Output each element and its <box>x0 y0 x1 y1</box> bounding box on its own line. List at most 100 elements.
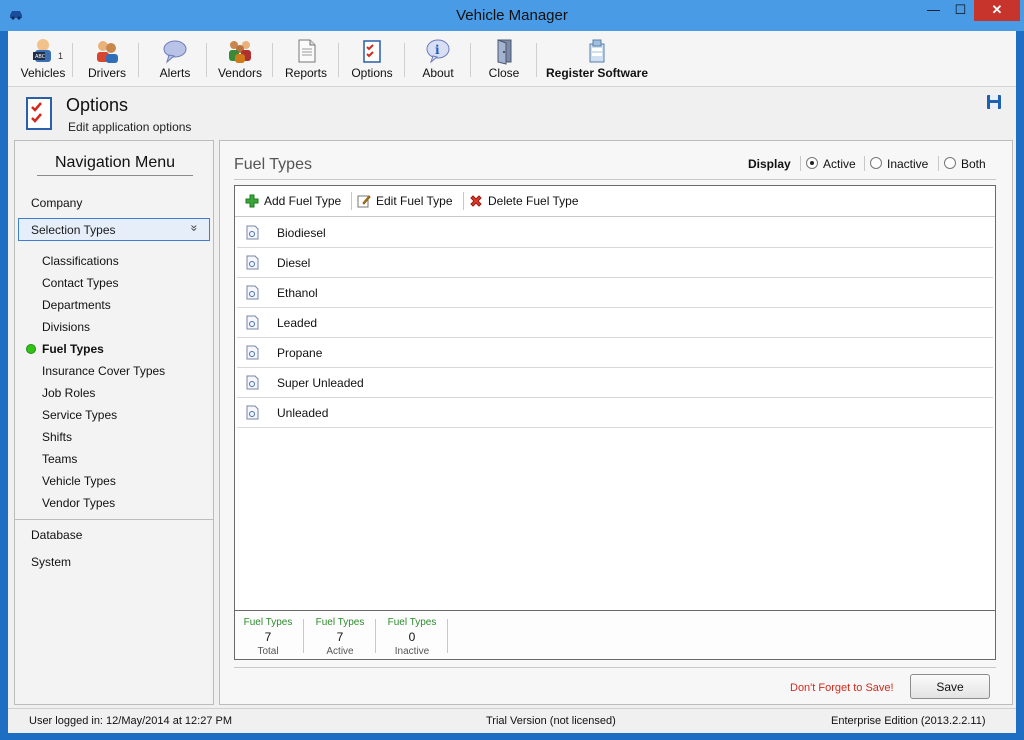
row-label: Diesel <box>277 256 311 270</box>
row-label: Ethanol <box>277 286 318 300</box>
close-door-icon <box>497 39 512 65</box>
display-separator <box>938 156 939 171</box>
radio-inactive[interactable] <box>870 157 882 169</box>
save-button[interactable]: Save <box>910 674 990 699</box>
toolbar-separator <box>338 43 339 77</box>
sub-item-shifts[interactable]: Shifts <box>42 430 72 444</box>
toolbar-label: Close <box>488 66 520 80</box>
page-title: Options <box>66 95 129 115</box>
nav-item-database[interactable]: Database <box>31 528 82 542</box>
nav-item-company[interactable]: Company <box>31 196 82 210</box>
options-icon <box>363 40 381 63</box>
document-icon <box>246 315 259 330</box>
delete-label: Delete Fuel Type <box>488 194 579 208</box>
sub-item-service-types[interactable]: Service Types <box>42 408 117 422</box>
radio-both-label[interactable]: Both <box>961 157 986 171</box>
vehicles-icon: ABC <box>33 39 51 62</box>
stat-caption: Fuel Types <box>387 617 437 628</box>
stat-total: Fuel Types 7 Total <box>235 617 301 657</box>
navigation-title: Navigation Menu <box>37 154 193 176</box>
stat-caption: Fuel Types <box>243 617 293 628</box>
toolbar-vendors-button[interactable]: Vendors <box>216 37 264 85</box>
stat-inactive: Fuel Types 0 Inactive <box>379 617 445 657</box>
nav-item-selection-types[interactable]: Selection Types » <box>18 218 210 241</box>
document-icon <box>246 255 259 270</box>
page-subtitle: Edit application options <box>68 120 192 134</box>
document-icon <box>246 375 259 390</box>
action-separator <box>351 192 352 210</box>
save-disk-icon[interactable] <box>986 94 1002 110</box>
sub-item-teams[interactable]: Teams <box>42 452 77 466</box>
panel-title: Fuel Types <box>234 156 312 173</box>
list-item[interactable]: Biodiesel <box>237 218 993 248</box>
svg-text:i: i <box>435 43 440 57</box>
radio-inactive-label[interactable]: Inactive <box>887 157 928 171</box>
status-user-login: User logged in: 12/May/2014 at 12:27 PM <box>29 715 233 727</box>
toolbar-alerts-button[interactable]: Alerts <box>152 37 198 85</box>
document-icon <box>246 285 259 300</box>
vehicles-count-badge: 1 <box>58 51 64 61</box>
edit-fuel-type-button[interactable]: Edit Fuel Type <box>357 194 453 208</box>
maximize-button[interactable]: ☐ <box>947 0 974 21</box>
toolbar-label: Vendors <box>217 66 263 80</box>
row-label: Propane <box>277 346 323 360</box>
toolbar-about-button[interactable]: i About <box>414 37 462 85</box>
list-item[interactable]: Diesel <box>237 248 993 278</box>
sub-item-vendor-types[interactable]: Vendor Types <box>42 496 115 510</box>
list-item[interactable]: Leaded <box>237 308 993 338</box>
list-item[interactable]: Propane <box>237 338 993 368</box>
toolbar-register-button[interactable]: Register Software <box>546 37 648 85</box>
stat-separator <box>375 619 376 653</box>
panel-title-divider <box>234 179 996 180</box>
radio-active[interactable] <box>806 157 818 169</box>
toolbar-vehicles-button[interactable]: ABC Vehicles <box>20 37 66 85</box>
sub-item-vehicle-types[interactable]: Vehicle Types <box>42 474 116 488</box>
sub-item-classifications[interactable]: Classifications <box>42 254 119 268</box>
edit-label: Edit Fuel Type <box>376 194 453 208</box>
stat-separator <box>447 619 448 653</box>
sub-item-departments[interactable]: Departments <box>42 298 111 312</box>
chevron-down-icon: » <box>187 224 202 232</box>
list-item[interactable]: Super Unleaded <box>237 368 993 398</box>
grid-action-bar: Add Fuel Type Edit Fuel Type Delete Fuel… <box>235 186 995 217</box>
radio-active-label[interactable]: Active <box>823 157 856 171</box>
toolbar-label: Drivers <box>88 66 126 80</box>
plus-icon <box>245 194 259 208</box>
app-client-area: ABC Vehicles 1 Drivers Alerts Vendors Re… <box>8 31 1016 733</box>
page-header: Options Edit application options <box>8 88 1016 138</box>
toolbar-options-button[interactable]: Options <box>348 37 396 85</box>
add-fuel-type-button[interactable]: Add Fuel Type <box>245 194 341 208</box>
sub-item-job-roles[interactable]: Job Roles <box>42 386 95 400</box>
stat-label: Active <box>326 646 354 657</box>
row-label: Unleaded <box>277 406 329 420</box>
sub-item-divisions[interactable]: Divisions <box>42 320 90 334</box>
toolbar-reports-button[interactable]: Reports <box>282 37 330 85</box>
sub-item-contact-types[interactable]: Contact Types <box>42 276 119 290</box>
row-label: Biodiesel <box>277 226 326 240</box>
save-reminder: Don't Forget to Save! <box>790 682 894 694</box>
footer-divider <box>234 667 996 668</box>
stat-active: Fuel Types 7 Active <box>307 617 373 657</box>
close-window-button[interactable]: ✕ <box>974 0 1020 21</box>
nav-item-label: Selection Types <box>31 223 116 237</box>
edit-pencil-icon <box>357 195 371 208</box>
toolbar-label: Options <box>351 66 393 80</box>
action-separator <box>463 192 464 210</box>
toolbar-separator <box>404 43 405 77</box>
nav-item-system[interactable]: System <box>31 555 71 569</box>
list-item[interactable]: Unleaded <box>237 398 993 428</box>
radio-both[interactable] <box>944 157 956 169</box>
list-item[interactable]: Ethanol <box>237 278 993 308</box>
toolbar-separator <box>72 43 73 77</box>
minimize-button[interactable]: — <box>920 0 947 21</box>
toolbar-label: About <box>422 66 454 80</box>
sub-item-fuel-types[interactable]: Fuel Types <box>42 342 104 356</box>
register-icon <box>589 39 605 63</box>
toolbar-drivers-button[interactable]: Drivers <box>84 37 130 85</box>
delete-fuel-type-button[interactable]: Delete Fuel Type <box>469 194 579 208</box>
stat-caption: Fuel Types <box>315 617 365 628</box>
toolbar-label: Reports <box>284 66 328 80</box>
stat-value: 0 <box>408 630 416 644</box>
sub-item-insurance-cover-types[interactable]: Insurance Cover Types <box>42 364 165 378</box>
toolbar-close-button[interactable]: Close <box>480 37 528 85</box>
